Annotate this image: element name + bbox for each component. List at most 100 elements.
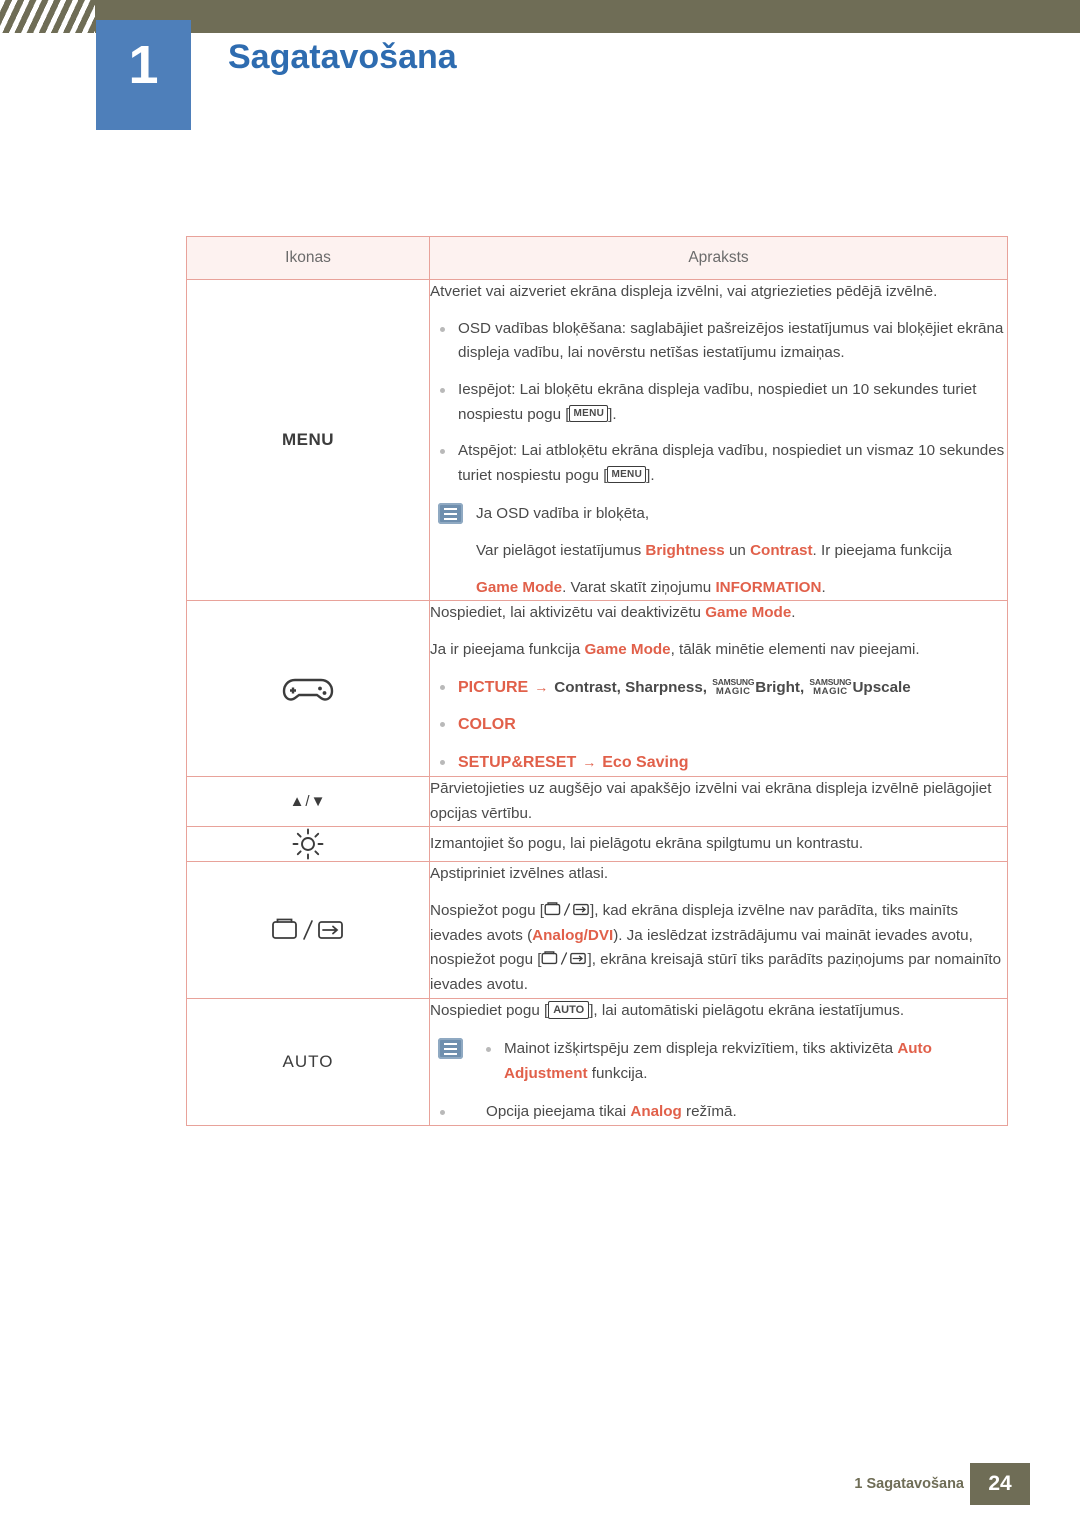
- list-item: Iespējot: Lai bloķētu ekrāna displeja va…: [430, 378, 1007, 427]
- keyword-analog: Analog: [630, 1103, 682, 1121]
- auto-line-1: Nospiediet pogu [AUTO], lai automātiski …: [430, 999, 1007, 1024]
- bullet-text-post: ].: [646, 466, 655, 484]
- text-c: Ja ir pieejama funkcija: [430, 640, 585, 658]
- list-item: PICTURE → Contrast, Sharpness, SAMSUNG MAGI…: [430, 675, 1007, 701]
- bullet-text-pre: Iespējot: Lai bloķētu ekrāna displeja va…: [458, 380, 977, 423]
- icon-cell-enter-source: [186, 861, 430, 999]
- list-item: OSD vadības bloķēšana: saglabājiet pašre…: [430, 317, 1007, 366]
- note-block-osd-lock: Ja OSD vadība ir bloķēta, Var pielāgot i…: [430, 502, 1007, 600]
- page-title: Sagatavošana: [228, 38, 457, 76]
- gamemode-line-1: Nospiediet, lai aktivizētu vai deaktiviz…: [430, 601, 1007, 626]
- text-a: Nospiediet, lai aktivizētu vai deaktiviz…: [430, 604, 706, 622]
- keyword-dvi: DVI: [587, 926, 614, 944]
- gamemode-unavailable-list: PICTURE → Contrast, Sharpness, SAMSUNG MAGI…: [430, 675, 1007, 777]
- enter-source-icon: [271, 918, 345, 940]
- auto-analog-list: Opcija pieejama tikai Analog režīmā.: [430, 1100, 1007, 1125]
- note-icon: [438, 1038, 463, 1060]
- table-row: MENU Atveriet vai aizveriet ekrāna displ…: [186, 278, 1008, 602]
- list-item: Atspējot: Lai atbloķētu ekrāna displeja …: [430, 439, 1007, 488]
- description-cell-auto: Nospiediet pogu [AUTO], lai automātiski …: [429, 997, 1008, 1127]
- footer-chapter-text: 1 Sagatavošana: [854, 1476, 964, 1492]
- icon-cell-brightness: [186, 826, 430, 863]
- table-row: AUTO Nospiediet pogu [AUTO], lai automāt…: [186, 997, 1008, 1127]
- note-text-b: un: [724, 542, 751, 559]
- chapter-number-badge: 1: [96, 20, 191, 130]
- menu-path-picture: PICTURE: [458, 678, 529, 696]
- icon-cell-arrows: ▲/▼: [186, 776, 430, 828]
- keyword-game-mode: Game Mode: [705, 604, 792, 622]
- auto-key-glyph: AUTO: [548, 1000, 590, 1019]
- text-c: Mainot izšķirtspēju zem displeja rekvizī…: [504, 1040, 898, 1058]
- auto-button-label: AUTO: [282, 1051, 334, 1071]
- source-key-glyph: [541, 951, 587, 968]
- note-text-e: .: [821, 578, 826, 596]
- description-cell-enter-source: Apstipriniet izvēlnes atlasi. Nospiežot …: [429, 861, 1008, 999]
- brightness-icon: [291, 829, 325, 860]
- column-header-icons: Ikonas: [186, 236, 430, 280]
- column-header-description: Apraksts: [429, 236, 1008, 280]
- magic-bottom-text: MAGIC: [813, 685, 848, 697]
- menu-key-glyph: MENU: [607, 466, 647, 484]
- keyword-game-mode: Game Mode: [476, 578, 563, 596]
- menu-path-setup-reset: SETUP&RESET: [458, 754, 577, 772]
- submenu-list-c: Upscale: [852, 678, 911, 696]
- menu-intro-text: Atveriet vai aizveriet ekrāna displeja i…: [430, 283, 938, 300]
- list-item: SETUP&RESET → Eco Saving: [430, 750, 1007, 776]
- keyword-contrast: Contrast: [750, 542, 813, 559]
- note-title: Ja OSD vadība ir bloķēta,: [476, 505, 650, 523]
- table-row: Nospiediet, lai aktivizētu vai deaktiviz…: [186, 600, 1008, 778]
- keyword-information: INFORMATION: [715, 578, 822, 596]
- text-a: Nospiežot pogu [: [430, 902, 544, 920]
- menu-key-glyph: MENU: [569, 404, 609, 422]
- brightness-description: Izmantojiet šo pogu, lai pielāgotu ekrān…: [430, 835, 864, 853]
- text-f: režīmā.: [681, 1103, 737, 1121]
- table-row: Apstipriniet izvēlnes atlasi. Nospiežot …: [186, 861, 1008, 999]
- footer-page-number: 24: [970, 1463, 1030, 1505]
- keyword-game-mode: Game Mode: [584, 640, 671, 658]
- note-body: Mainot izšķirtspēju zem displeja rekvizī…: [476, 1037, 1007, 1086]
- description-cell-gamepad: Nospiediet, lai aktivizētu vai deaktiviz…: [429, 600, 1008, 778]
- up-down-arrows-icon: ▲/▼: [289, 792, 327, 810]
- osd-controls-table-wrapper: Ikonas Apraksts MENU Atveriet vai aizver…: [186, 236, 1008, 1127]
- text-b: ], lai automātiski pielāgotu ekrāna iest…: [589, 1001, 905, 1019]
- samsung-magic-logo: SAMSUNG MAGIC: [712, 678, 754, 696]
- menu-button-label: MENU: [281, 430, 335, 450]
- table-row: Izmantojiet šo pogu, lai pielāgotu ekrān…: [186, 826, 1008, 863]
- note-text-d: . Varat skatīt ziņojumu: [562, 578, 716, 596]
- text-d: funkcija.: [587, 1064, 648, 1082]
- gamepad-icon: [282, 678, 334, 701]
- note-text-c: . Ir pieejama funkcija: [812, 542, 952, 559]
- text-a: Nospiediet pogu [: [430, 1001, 549, 1019]
- list-item: Mainot izšķirtspēju zem displeja rekvizī…: [476, 1037, 1007, 1086]
- menu-path-color: COLOR: [458, 716, 516, 734]
- header-hatch-decoration: [0, 0, 95, 33]
- icon-cell-auto: AUTO: [186, 997, 430, 1127]
- enter-line-1: Apstipriniet izvēlnes atlasi.: [430, 865, 609, 883]
- keyword-analog: Analog: [532, 926, 584, 944]
- arrow-icon: →: [582, 754, 597, 771]
- table-header-row: Ikonas Apraksts: [186, 236, 1008, 280]
- text-e: Opcija pieejama tikai: [486, 1103, 631, 1121]
- icon-cell-gamepad: [186, 600, 430, 778]
- source-key-glyph: [544, 902, 590, 919]
- note-block-auto: Mainot izšķirtspēju zem displeja rekvizī…: [430, 1037, 1007, 1086]
- list-item: COLOR: [430, 712, 1007, 738]
- note-line-1: Var pielāgot iestatījumus Brightness un …: [476, 539, 1007, 564]
- icon-cell-menu: MENU: [186, 278, 430, 602]
- note-icon: [438, 503, 463, 525]
- description-cell-arrows: Pārvietojieties uz augšējo vai apakšējo …: [429, 776, 1008, 828]
- auto-note-list: Mainot izšķirtspēju zem displeja rekvizī…: [476, 1037, 1007, 1086]
- text-b: .: [791, 604, 796, 622]
- list-item: Opcija pieejama tikai Analog režīmā.: [430, 1100, 1007, 1125]
- note-body: Ja OSD vadība ir bloķēta, Var pielāgot i…: [476, 502, 1007, 600]
- bullet-text-post: ].: [608, 405, 617, 423]
- submenu-list-b: Bright,: [755, 678, 809, 696]
- samsung-magic-logo: SAMSUNG MAGIC: [809, 678, 851, 696]
- submenu-eco-saving: Eco Saving: [602, 754, 689, 772]
- magic-bottom-text: MAGIC: [715, 685, 751, 697]
- gamemode-line-2: Ja ir pieejama funkcija Game Mode, tālāk…: [430, 638, 1007, 663]
- arrows-description: Pārvietojieties uz augšējo vai apakšējo …: [430, 780, 992, 822]
- osd-controls-table: Ikonas Apraksts MENU Atveriet vai aizver…: [186, 236, 1008, 1127]
- note-line-2: Game Mode. Varat skatīt ziņojumu INFORMA…: [476, 576, 1007, 601]
- description-cell-brightness: Izmantojiet šo pogu, lai pielāgotu ekrān…: [429, 826, 1008, 863]
